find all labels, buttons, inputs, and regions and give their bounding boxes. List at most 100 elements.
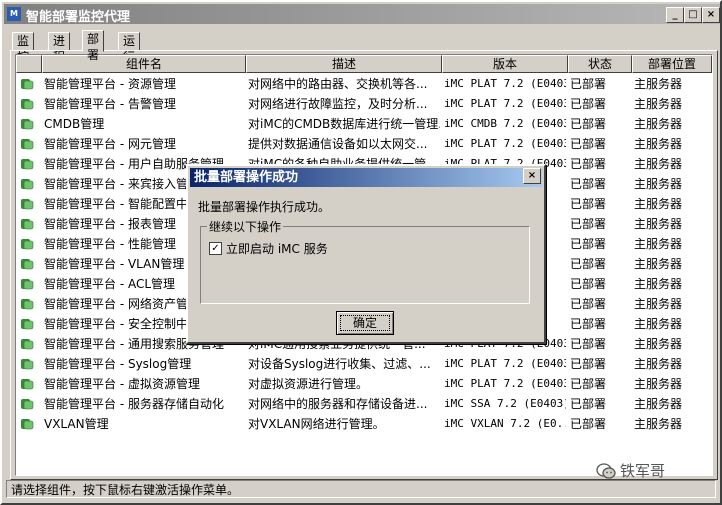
cell-status: 已部署 [570, 397, 607, 411]
cell-location: 主服务器 [634, 277, 683, 291]
cell-location: 主服务器 [634, 377, 683, 391]
component-icon [21, 359, 34, 370]
cell-name: 智能管理平台 - Syslog管理 [44, 357, 192, 371]
cell-name: 智能管理平台 - 资源管理 [44, 77, 176, 91]
cell-version: iMC CMDB 7.2 (E0403) [444, 117, 566, 130]
cell-status: 已部署 [570, 137, 607, 151]
ok-button[interactable]: 确定 [336, 311, 394, 335]
continue-group: 继续以下操作 ✓ 立即启动 iMC 服务 [200, 218, 530, 304]
component-icon [21, 119, 34, 130]
table-row[interactable]: 智能管理平台 - 资源管理 对网络中的路由器、交换机等各... iMC PLAT 7… [16, 74, 712, 94]
cell-name: 智能管理平台 - 网元管理 [44, 137, 176, 151]
column-header-status[interactable]: 状态 [568, 55, 632, 73]
cell-desc: 对网络中的服务器和存储设备进... [248, 397, 428, 411]
component-icon [21, 239, 34, 250]
cell-version: iMC PLAT 7.2 (E0403) [444, 137, 566, 150]
cell-status: 已部署 [570, 217, 607, 231]
focus-rect [340, 315, 390, 331]
cell-status: 已部署 [570, 157, 607, 171]
status-bar: 请选择组件，按下鼠标右键激活操作菜单。 [6, 480, 716, 498]
group-label: 继续以下操作 [207, 218, 284, 235]
cell-name: CMDB管理 [44, 117, 105, 131]
cell-name: 智能管理平台 - 虚拟资源管理 [44, 377, 200, 391]
table-row[interactable]: 智能管理平台 - 告警管理 对网络进行故障监控，及时分析... iMC PLAT 7… [16, 94, 712, 114]
column-header-version[interactable]: 版本 [442, 55, 568, 73]
dialog-close-button[interactable]: × [523, 168, 541, 184]
cell-location: 主服务器 [634, 357, 683, 371]
close-button[interactable]: × [702, 7, 720, 23]
component-icon [21, 279, 34, 290]
cell-location: 主服务器 [634, 177, 683, 191]
table-row[interactable]: CMDB管理 对iMC的CMDB数据库进行统一管理... iMC CMDB 7.2 … [16, 114, 712, 134]
cell-desc: 对iMC的CMDB数据库进行统一管理... [248, 117, 440, 131]
cell-location: 主服务器 [634, 97, 683, 111]
component-icon [21, 419, 34, 430]
window-title: 智能部署监控代理 [26, 10, 131, 25]
cell-version: iMC PLAT 7.2 (E0403) [444, 377, 566, 390]
tab-deploy[interactable]: 部署 [82, 30, 105, 62]
cell-version: iMC PLAT 7.2 (E0403) [444, 77, 566, 90]
maximize-button[interactable]: □ [684, 7, 702, 23]
column-header-location[interactable]: 部署位置 [632, 55, 712, 73]
component-icon [21, 79, 34, 90]
start-service-checkbox[interactable]: ✓ 立即启动 iMC 服务 [209, 241, 328, 257]
cell-location: 主服务器 [634, 317, 683, 331]
table-row[interactable]: 智能管理平台 - 服务器存储自动化 对网络中的服务器和存储设备进... iMC SS… [16, 394, 712, 414]
component-icon [21, 219, 34, 230]
table-row[interactable]: 智能管理平台 - Syslog管理 对设备Syslog进行收集、过滤、... iMC… [16, 354, 712, 374]
cell-location: 主服务器 [634, 337, 683, 351]
cell-version: iMC PLAT 7.2 (E0403) [444, 97, 566, 110]
cell-location: 主服务器 [634, 217, 683, 231]
cell-name: 智能管理平台 - 服务器存储自动化 [44, 397, 224, 411]
cell-version: iMC VXLAN 7.2 (E0... [444, 417, 566, 430]
cell-status: 已部署 [570, 237, 607, 251]
cell-name: VXLAN管理 [44, 417, 109, 431]
cell-location: 主服务器 [634, 417, 683, 431]
title-bar[interactable]: M 智能部署监控代理 _ □ × [4, 4, 720, 25]
tab-monitor[interactable]: 监控 [12, 32, 35, 64]
component-icon [21, 159, 34, 170]
cell-status: 已部署 [570, 117, 607, 131]
cell-status: 已部署 [570, 297, 607, 311]
cell-location: 主服务器 [634, 197, 683, 211]
wechat-icon [596, 463, 616, 479]
cell-desc: 提供对数据通信设备如以太网交... [248, 137, 428, 151]
component-icon [21, 319, 34, 330]
cell-desc: 对设备Syslog进行收集、过滤、... [248, 357, 431, 371]
table-row[interactable]: 智能管理平台 - 虚拟资源管理 对虚拟资源进行管理。 iMC PLAT 7.2 (E… [16, 374, 712, 394]
component-icon [21, 199, 34, 210]
dialog-title[interactable]: 批量部署操作成功 [190, 168, 542, 187]
column-header-desc[interactable]: 描述 [246, 55, 442, 73]
cell-desc: 对VXLAN网络进行管理。 [248, 417, 385, 431]
cell-version: iMC SSA 7.2 (E0403) [444, 397, 566, 410]
minimize-button[interactable]: _ [666, 7, 684, 23]
component-icon [21, 379, 34, 390]
cell-status: 已部署 [570, 417, 607, 431]
cell-location: 主服务器 [634, 117, 683, 131]
column-header-name[interactable]: 组件名 [42, 55, 246, 73]
cell-status: 已部署 [570, 377, 607, 391]
cell-desc: 对网络中的路由器、交换机等各... [248, 77, 428, 91]
tab-process[interactable]: 进程 [48, 32, 71, 64]
checkbox-box[interactable]: ✓ [209, 242, 222, 255]
cell-status: 已部署 [570, 177, 607, 191]
cell-location: 主服务器 [634, 397, 683, 411]
list-header: 组件名 描述 版本 状态 部署位置 [16, 55, 712, 73]
component-icon [21, 299, 34, 310]
component-icon [21, 339, 34, 350]
deploy-success-dialog: 批量部署操作成功 × 批量部署操作执行成功。 继续以下操作 ✓ 立即启动 iMC … [186, 164, 546, 344]
cell-location: 主服务器 [634, 257, 683, 271]
app-icon: M [7, 7, 21, 21]
table-row[interactable]: VXLAN管理 对VXLAN网络进行管理。 iMC VXLAN 7.2 (E0...… [16, 414, 712, 434]
component-icon [21, 399, 34, 410]
component-icon [21, 179, 34, 190]
dialog-message: 批量部署操作执行成功。 [198, 200, 331, 214]
component-icon [21, 99, 34, 110]
cell-location: 主服务器 [634, 137, 683, 151]
table-row[interactable]: 智能管理平台 - 网元管理 提供对数据通信设备如以太网交... iMC PLAT 7… [16, 134, 712, 154]
cell-location: 主服务器 [634, 297, 683, 311]
cell-status: 已部署 [570, 77, 607, 91]
tab-runtime-env[interactable]: 运行环境 [118, 32, 141, 96]
cell-location: 主服务器 [634, 77, 683, 91]
cell-name: 智能管理平台 - 告警管理 [44, 97, 176, 111]
